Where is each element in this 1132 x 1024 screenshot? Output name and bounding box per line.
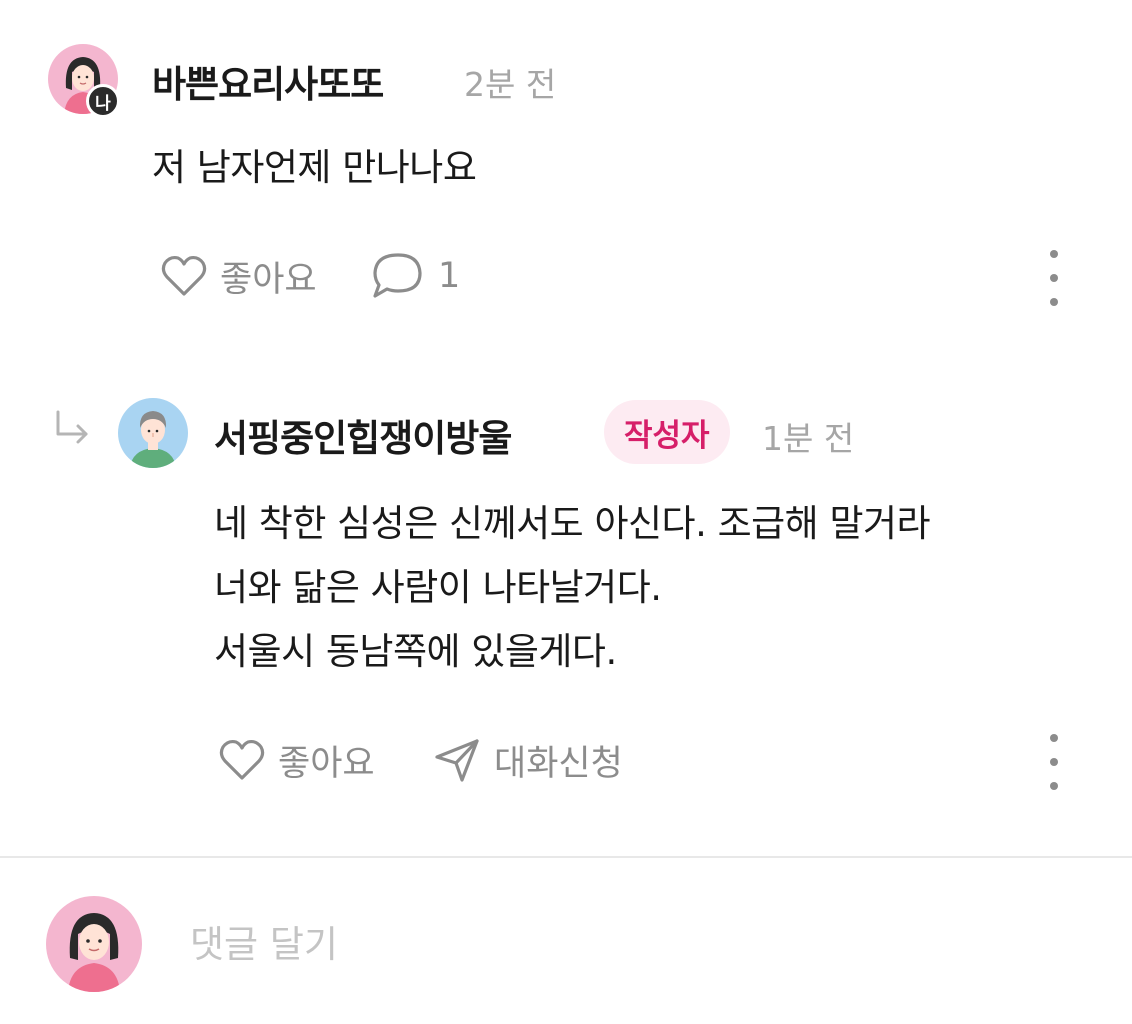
chat-request-button[interactable]: 대화신청 [432, 732, 623, 788]
commenter-username[interactable]: 바쁜요리사또또 [152, 54, 384, 108]
comment-text: 저 남자언제 만나나요 [152, 146, 477, 189]
comment-icon [373, 253, 422, 298]
reply-like-button[interactable]: 좋아요 [218, 732, 375, 788]
more-dot [1050, 758, 1058, 766]
more-dot [1050, 782, 1058, 790]
comment-like-button[interactable]: 좋아요 [160, 248, 317, 304]
boy-avatar-icon [118, 398, 188, 468]
more-dot [1050, 734, 1058, 742]
girl-avatar-icon [46, 896, 142, 992]
comment-time: 2분 전 [464, 65, 557, 104]
reply-like-label: 좋아요 [278, 743, 375, 784]
replier-avatar[interactable] [118, 398, 188, 468]
author-badge: 작성자 [604, 400, 730, 464]
more-dot [1050, 298, 1058, 306]
replier-username[interactable]: 서핑중인힙쟁이방울 [214, 408, 512, 462]
reply-text-line-2: 너와 닮은 사람이 나타날거다. [214, 566, 662, 609]
more-dot [1050, 274, 1058, 282]
heart-icon [219, 739, 265, 780]
reply-text-line-1: 네 착한 심성은 신께서도 아신다. 조급해 말거라 [214, 502, 931, 545]
chat-request-label: 대화신청 [494, 743, 623, 784]
comment-input[interactable] [190, 912, 1070, 976]
comment-reply-button[interactable]: 1 [370, 248, 460, 304]
send-icon [435, 739, 479, 782]
more-dot [1050, 250, 1058, 258]
reply-text-line-3: 서울시 동남쪽에 있을게다. [214, 630, 617, 673]
reply-time: 1분 전 [762, 419, 855, 458]
divider [0, 856, 1132, 858]
my-avatar [46, 896, 142, 992]
comment-like-label: 좋아요 [220, 259, 317, 300]
heart-icon [161, 255, 207, 296]
comment-more-button[interactable] [1044, 250, 1064, 306]
comment-reply-count: 1 [438, 256, 461, 296]
reply-arrow-icon [56, 410, 88, 444]
me-badge: 나 [86, 84, 120, 118]
comment-thread: 나 바쁜요리사또또 2분 전 저 남자언제 만나나요 좋아요 1 서핑중인힙쟁이… [0, 0, 1132, 1024]
reply-more-button[interactable] [1044, 734, 1064, 790]
